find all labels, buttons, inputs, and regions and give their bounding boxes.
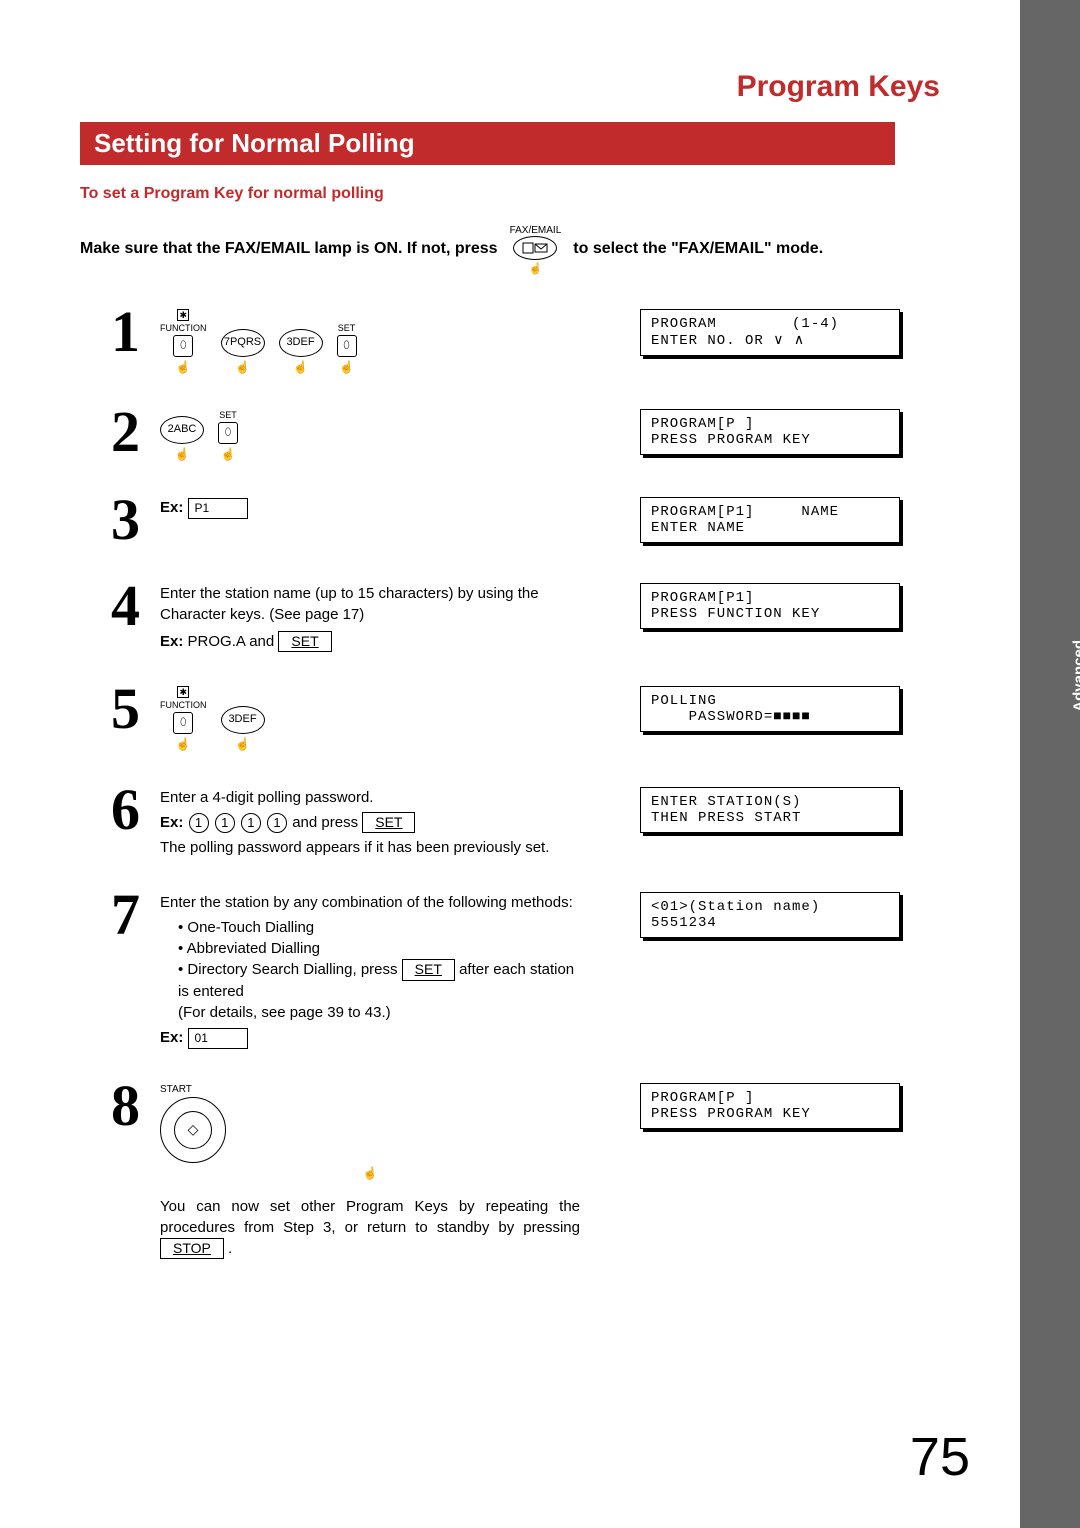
set-button[interactable]: SET (362, 812, 415, 834)
lcd-display: PROGRAM[P1] NAME ENTER NAME (640, 497, 900, 543)
step-2: 2 2ABC ☝ SET ⬯ ☝ PROGRAM[P ] PRESS PROGR… (80, 403, 900, 462)
press-hand-icon: ☝ (339, 359, 354, 376)
press-hand-icon: ☝ (175, 446, 190, 463)
set-key[interactable]: SET ⬯ ☝ (218, 409, 238, 462)
set-button[interactable]: SET (278, 631, 331, 653)
press-hand-icon: ☝ (235, 359, 250, 376)
step-6: 6 Enter a 4-digit polling password. Ex: … (80, 781, 900, 859)
lcd-display: ENTER STATION(S) THEN PRESS START (640, 787, 900, 833)
intro-subheading: To set a Program Key for normal polling (80, 185, 1000, 203)
step-number: 6 (80, 781, 160, 839)
step-text: Enter a 4-digit polling password. (160, 787, 580, 808)
lcd-display: PROGRAM[P ] PRESS PROGRAM KEY (640, 1083, 900, 1129)
fax-email-button[interactable]: FAX/EMAIL ☝ (510, 225, 562, 273)
step-text: Enter the station name (up to 15 charact… (160, 583, 580, 625)
lcd-display: POLLING PASSWORD=■■■■ (640, 686, 900, 732)
press-hand-icon: ☝ (363, 1165, 378, 1182)
list-item: Directory Search Dialling, press SET aft… (178, 959, 580, 1023)
function-key[interactable]: ✱ FUNCTION ⬯ ☝ (160, 309, 207, 375)
set-key-icon: ⬯ (337, 335, 357, 357)
step-number: 1 (80, 303, 160, 361)
side-tab-bar: AdvancedFeatures (1020, 0, 1080, 1528)
ex-label: Ex: (160, 633, 183, 650)
lcd-display: PROGRAM[P1] PRESS FUNCTION KEY (640, 583, 900, 629)
step-text: The polling password appears if it has b… (160, 837, 580, 858)
press-hand-icon: ☝ (176, 736, 191, 753)
step-5: 5 ✱ FUNCTION ⬯ ☝ 3DEF ☝ POLLING PASSWORD… (80, 680, 900, 752)
step-number: 5 (80, 680, 160, 738)
ex-label: Ex: (160, 814, 183, 831)
lcd-display: PROGRAM[P ] PRESS PROGRAM KEY (640, 409, 900, 455)
fax-email-label: FAX/EMAIL (510, 225, 562, 236)
start-key[interactable]: START ◇ ☝ (160, 1083, 580, 1182)
lcd-display: PROGRAM (1-4) ENTER NO. OR ∨ ∧ (640, 309, 900, 356)
set-button[interactable]: SET (402, 959, 455, 981)
press-hand-icon: ☝ (176, 359, 191, 376)
method-list: One-Touch Dialling Abbreviated Dialling … (160, 917, 580, 1023)
example-value: 01 (188, 1028, 248, 1049)
function-key[interactable]: ✱ FUNCTION ⬯ ☝ (160, 686, 207, 752)
stop-button[interactable]: STOP (160, 1238, 224, 1260)
step-1: 1 ✱ FUNCTION ⬯ ☝ 7PQRS ☝ 3DEF ☝ SET (80, 303, 900, 375)
press-hand-icon: ☝ (293, 359, 308, 376)
press-hand-icon: ☝ (235, 736, 250, 753)
list-item: Abbreviated Dialling (178, 938, 580, 959)
step-8: 8 START ◇ ☝ You can now set other Progra… (80, 1077, 900, 1259)
section-heading: Setting for Normal Polling (80, 122, 895, 165)
page-title: Program Keys (80, 70, 940, 104)
start-button-icon: ◇ (160, 1097, 226, 1163)
digit-1: 1 (215, 813, 235, 833)
step-4: 4 Enter the station name (up to 15 chara… (80, 577, 900, 653)
press-hand-icon: ☝ (529, 262, 543, 275)
step-number: 3 (80, 491, 160, 549)
page-number: 75 (910, 1426, 970, 1488)
step-3: 3 Ex: P1 PROGRAM[P1] NAME ENTER NAME (80, 491, 900, 549)
key-2[interactable]: 2ABC ☝ (160, 416, 204, 463)
digit-1: 1 (189, 813, 209, 833)
step-number: 8 (80, 1077, 160, 1135)
lcd-display: <01>(Station name) 5551234 (640, 892, 900, 938)
example-value: P1 (188, 498, 248, 519)
step-text: Enter the station by any combination of … (160, 892, 580, 913)
list-item: One-Touch Dialling (178, 917, 580, 938)
function-key-icon: ⬯ (173, 335, 193, 357)
intro-part1: Make sure that the FAX/EMAIL lamp is ON.… (80, 240, 498, 258)
ex-label: Ex: (160, 1029, 183, 1046)
set-key[interactable]: SET ⬯ ☝ (337, 322, 357, 375)
digit-1: 1 (267, 813, 287, 833)
ex-label: Ex: (160, 499, 183, 516)
function-key-icon: ⬯ (173, 712, 193, 734)
side-tab-label: AdvancedFeatures (1072, 640, 1080, 712)
key-3[interactable]: 3DEF ☝ (279, 329, 323, 376)
intro-instruction: Make sure that the FAX/EMAIL lamp is ON.… (80, 225, 1000, 273)
step-number: 2 (80, 403, 160, 461)
ex-prefix: PROG.A and (188, 633, 275, 650)
steps-list: 1 ✱ FUNCTION ⬯ ☝ 7PQRS ☝ 3DEF ☝ SET (80, 303, 900, 1259)
press-hand-icon: ☝ (221, 446, 236, 463)
key-3[interactable]: 3DEF ☝ (221, 706, 265, 753)
step-7: 7 Enter the station by any combination o… (80, 886, 900, 1048)
step-number: 7 (80, 886, 160, 944)
fax-email-icon (513, 236, 557, 260)
key-7[interactable]: 7PQRS ☝ (221, 329, 265, 376)
step-text: You can now set other Program Keys by re… (160, 1198, 580, 1236)
set-key-icon: ⬯ (218, 422, 238, 444)
intro-part2: to select the "FAX/EMAIL" mode. (573, 240, 823, 258)
digit-1: 1 (241, 813, 261, 833)
step-number: 4 (80, 577, 160, 635)
and-press-text: and press (292, 814, 362, 831)
